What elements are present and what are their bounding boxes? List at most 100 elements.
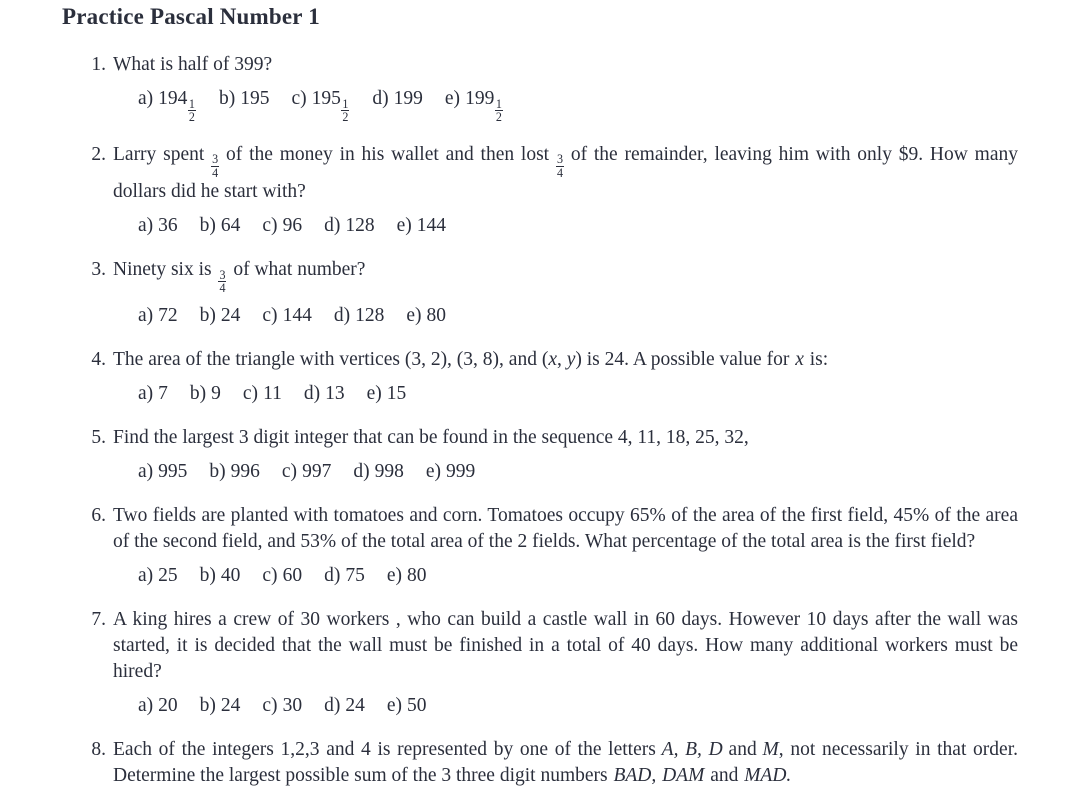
question-item-7: 7. A king hires a crew of 30 workers , w… — [0, 607, 1080, 719]
option-d[interactable]: d) 998 — [353, 459, 404, 485]
option-value: 72 — [158, 304, 178, 326]
option-c[interactable]: c) 60 — [262, 563, 302, 589]
option-label: a) — [138, 88, 154, 109]
option-value: 995 — [158, 460, 188, 482]
option-a[interactable]: a) 20 — [138, 693, 178, 719]
option-d[interactable]: d) 13 — [304, 381, 345, 407]
option-value: 25 — [158, 564, 178, 586]
option-list: a) 36 b) 64 c) 96 d) 128 e) 144 — [138, 213, 1018, 239]
option-b[interactable]: b) 195 — [219, 86, 270, 112]
question-number: 4. — [91, 348, 106, 370]
option-e[interactable]: e) 15 — [367, 381, 407, 407]
option-value: 50 — [406, 694, 427, 716]
option-a[interactable]: a) 25 — [138, 563, 178, 589]
question-text-part: of what number? — [233, 259, 366, 281]
question-item-2: 2. Larry spent 3 4 of the money in his wall… — [0, 142, 1080, 240]
option-b[interactable]: b) 24 — [200, 303, 241, 329]
question-number: 2. — [91, 143, 106, 165]
math-word-dam: DAM — [662, 764, 705, 786]
option-list: a) 72 b) 24 c) 144 d) 128 e) 80 — [138, 303, 1018, 329]
option-b[interactable]: b) 24 — [200, 693, 241, 719]
option-value: 997 — [302, 460, 332, 482]
option-e[interactable]: e) 50 — [387, 693, 427, 719]
question-item-4: 4. The area of the triangle with vertice… — [0, 347, 1080, 407]
option-a[interactable]: a) 7 — [138, 381, 168, 407]
question-number: 5. — [91, 426, 106, 448]
option-e[interactable]: e) 999 — [426, 459, 475, 485]
fraction-three-quarters: 34 — [555, 152, 564, 180]
option-a[interactable]: a) 194 1 2 — [138, 86, 197, 124]
option-value: 999 — [445, 460, 476, 482]
option-d[interactable]: d) 128 — [334, 303, 385, 329]
fraction-three-quarters: 34 — [218, 267, 227, 296]
option-label: b) — [199, 304, 216, 326]
option-label: d) — [303, 382, 321, 404]
option-d[interactable]: d) 199 — [372, 86, 423, 112]
option-label: b) — [199, 564, 216, 586]
option-value: 7 — [158, 382, 168, 404]
option-value: 40 — [220, 564, 241, 586]
question-item-6: 6. Two fields are planted with tomatoes … — [0, 503, 1080, 589]
option-c[interactable]: c) 144 — [262, 303, 311, 329]
option-label: a) — [138, 460, 154, 482]
option-label: d) — [372, 88, 389, 109]
option-list: a) 7 b) 9 c) 11 d) 13 e) 15 — [138, 381, 1018, 407]
option-d[interactable]: d) 128 — [324, 213, 375, 239]
option-c[interactable]: c) 195 1 2 — [291, 86, 350, 124]
option-value: 9 — [211, 382, 221, 404]
option-b[interactable]: b) 40 — [200, 563, 241, 589]
math-letter-m: M — [762, 738, 779, 760]
option-e[interactable]: e) 199 1 2 — [445, 86, 504, 124]
option-value: 194 1 2 — [158, 88, 196, 125]
question-text: The area of the triangle with vertices (… — [113, 347, 1018, 373]
option-value: 144 — [416, 215, 446, 237]
page-title: Practice Pascal Number 1 — [62, 4, 320, 29]
math-letters: A, B, D — [661, 738, 723, 760]
question-text-part: is: — [809, 348, 829, 370]
option-label: b) — [199, 215, 216, 237]
option-e[interactable]: e) 80 — [387, 563, 427, 589]
option-a[interactable]: a) 72 — [138, 303, 178, 329]
option-label: c) — [291, 88, 307, 109]
option-value: 80 — [406, 564, 427, 586]
option-c[interactable]: c) 30 — [262, 693, 302, 719]
option-label: a) — [138, 304, 154, 326]
question-text: Find the largest 3 digit integer that ca… — [113, 426, 749, 448]
option-b[interactable]: b) 64 — [200, 213, 241, 239]
option-value: 15 — [386, 382, 407, 404]
option-b[interactable]: b) 996 — [209, 459, 260, 485]
fraction-one-half: 12 — [341, 96, 350, 125]
option-label: c) — [262, 564, 278, 586]
option-c[interactable]: c) 997 — [282, 459, 331, 485]
option-label: e) — [366, 382, 382, 404]
option-label: b) — [189, 382, 207, 404]
option-c[interactable]: c) 11 — [243, 381, 282, 407]
option-a[interactable]: a) 36 — [138, 213, 178, 239]
option-e[interactable]: e) 144 — [397, 213, 446, 239]
option-c[interactable]: c) 96 — [262, 213, 302, 239]
option-label: d) — [324, 564, 341, 586]
option-label: d) — [324, 215, 341, 237]
question-number: 3. — [91, 259, 106, 281]
option-d[interactable]: d) 24 — [324, 693, 365, 719]
option-label: e) — [396, 215, 412, 237]
option-label: c) — [281, 460, 298, 482]
question-text-part: and — [728, 738, 757, 760]
fraction-three-quarters: 34 — [211, 152, 220, 180]
option-e[interactable]: e) 80 — [406, 303, 446, 329]
option-d[interactable]: d) 75 — [324, 563, 365, 589]
option-label: d) — [324, 694, 341, 716]
option-label: e) — [386, 694, 402, 716]
option-b[interactable]: b) 9 — [190, 381, 221, 407]
option-label: a) — [138, 694, 154, 716]
option-value: 75 — [345, 564, 365, 586]
question-number: 1. — [91, 54, 106, 75]
option-value: 24 — [220, 304, 241, 326]
option-a[interactable]: a) 995 — [138, 459, 187, 485]
question-text: Larry spent 3 4 of the money in his wallet … — [113, 142, 1018, 206]
option-value: 199 1 2 — [465, 88, 503, 125]
option-label: d) — [353, 460, 370, 482]
question-text: What is half of 399? — [113, 54, 273, 75]
option-label: c) — [242, 382, 259, 404]
option-label: a) — [138, 382, 154, 404]
